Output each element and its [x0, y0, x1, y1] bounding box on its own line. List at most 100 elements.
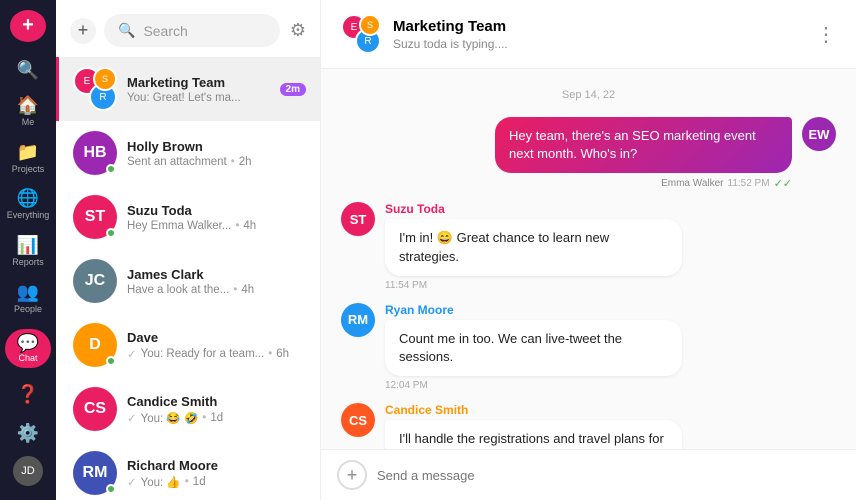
chat-info: James Clark Have a look at the... • 4h — [127, 267, 306, 296]
read-receipt: ✓✓ — [774, 177, 792, 190]
chat-preview: ✓ You: 👍 • 1d — [127, 475, 306, 489]
folder-icon: 📁 — [17, 142, 39, 163]
globe-icon: 🌐 — [17, 188, 39, 209]
chat-header-name: Marketing Team — [393, 18, 508, 35]
message-row: EW Hey team, there's an SEO marketing ev… — [341, 117, 836, 190]
nav-everything-label: Everything — [7, 211, 50, 221]
chat-info: Dave ✓ You: Ready for a team... • 6h — [127, 330, 306, 361]
help-icon: ❓ — [17, 384, 39, 405]
chat-name: Candice Smith — [127, 394, 306, 409]
chat-preview: ✓ You: Ready for a team... • 6h — [127, 347, 306, 361]
nav-chat[interactable]: 💬 Chat — [3, 323, 53, 374]
search-bar[interactable]: 🔍 Search — [104, 14, 280, 47]
nav-projects[interactable]: 📁 Projects — [3, 136, 53, 181]
nav-help[interactable]: ❓ — [3, 378, 53, 411]
message-content: Ryan Moore Count me in too. We can live-… — [385, 303, 682, 391]
chat-icon: 💬 — [17, 333, 39, 354]
chat-info: Candice Smith ✓ You: 😂 🤣 • 1d — [127, 394, 306, 425]
chat-input-area: + — [321, 449, 856, 500]
avatar-wrap: CS — [73, 387, 117, 431]
add-attachment-button[interactable]: + — [337, 460, 367, 490]
time-text: 11:52 PM — [728, 178, 770, 189]
nav-me[interactable]: 🏠 Me — [3, 89, 53, 134]
message-bubble: I'll handle the registrations and travel… — [385, 420, 682, 449]
main-chat: E R S Marketing Team Suzu toda is typing… — [321, 0, 856, 500]
conversation-list: E R S Marketing Team You: Great! Let's m… — [56, 57, 320, 500]
unread-badge: 2m — [280, 83, 306, 96]
message-time: 11:54 PM — [385, 280, 682, 291]
group-avatar: E R S — [73, 67, 117, 111]
nav-search[interactable]: 🔍 — [3, 54, 53, 87]
chat-header-status: Suzu toda is typing.... — [393, 37, 508, 51]
message-bubble: Hey team, there's an SEO marketing event… — [495, 117, 792, 173]
avatar-wrap: D — [73, 323, 117, 367]
avatar-wrap: ST — [73, 195, 117, 239]
list-item[interactable]: JC James Clark Have a look at the... • 4… — [56, 249, 320, 313]
search-icon: 🔍 — [118, 22, 135, 39]
nav-me-label: Me — [22, 118, 35, 128]
list-item[interactable]: D Dave ✓ You: Ready for a team... • 6h — [56, 313, 320, 377]
nav-everything[interactable]: 🌐 Everything — [3, 182, 53, 227]
online-indicator — [106, 228, 116, 238]
message-sender: Suzu Toda — [385, 202, 682, 216]
chat-preview: ✓ You: 😂 🤣 • 1d — [127, 411, 306, 425]
nav-reports-label: Reports — [12, 258, 44, 268]
nav-chat-label: Chat — [18, 354, 37, 364]
avatar-wrap: JC — [73, 259, 117, 303]
nav-people[interactable]: 👥 People — [3, 276, 53, 321]
online-indicator — [106, 164, 116, 174]
chat-name: Holly Brown — [127, 139, 306, 154]
avatar-wrap: E R S — [73, 67, 117, 111]
search-icon: 🔍 — [17, 60, 39, 81]
online-indicator — [106, 484, 116, 494]
sidebar-settings-button[interactable]: ⚙ — [290, 20, 306, 41]
chat-meta: 2m — [280, 83, 306, 96]
nav-reports[interactable]: 📊 Reports — [3, 229, 53, 274]
nav-settings[interactable]: ⚙️ — [3, 417, 53, 450]
online-indicator — [106, 356, 116, 366]
nav-people-label: People — [14, 305, 42, 315]
chat-info: Suzu Toda Hey Emma Walker... • 4h — [127, 203, 306, 232]
message-avatar: RM — [341, 303, 375, 337]
message-avatar: CS — [341, 403, 375, 437]
chart-icon: 📊 — [17, 235, 39, 256]
message-bubble: I'm in! 😄 Great chance to learn new stra… — [385, 219, 682, 275]
message-time: 12:04 PM — [385, 380, 682, 391]
message-avatar: ST — [341, 202, 375, 236]
user-avatar[interactable]: JD — [13, 456, 43, 486]
message-sender: Ryan Moore — [385, 303, 682, 317]
chat-info: Marketing Team You: Great! Let's ma... — [127, 75, 270, 104]
chat-preview: You: Great! Let's ma... — [127, 92, 270, 104]
date-divider: Sep 14, 22 — [341, 89, 836, 101]
chat-header-avatar: E R S — [341, 14, 381, 54]
message-content: Hey team, there's an SEO marketing event… — [495, 117, 792, 190]
chat-preview: Hey Emma Walker... • 4h — [127, 220, 306, 232]
messages-area: Sep 14, 22 EW Hey team, there's an SEO m… — [321, 69, 856, 449]
list-item[interactable]: RM Richard Moore ✓ You: 👍 • 1d — [56, 441, 320, 500]
list-item[interactable]: CS Candice Smith ✓ You: 😂 🤣 • 1d — [56, 377, 320, 441]
nav-projects-label: Projects — [12, 165, 45, 175]
list-item[interactable]: E R S Marketing Team You: Great! Let's m… — [56, 57, 320, 121]
message-sender: Candice Smith — [385, 403, 682, 417]
chat-preview: Have a look at the... • 4h — [127, 284, 306, 296]
message-bubble: Count me in too. We can live-tweet the s… — [385, 320, 682, 376]
chat-preview: Sent an attachment • 2h — [127, 156, 306, 168]
avatar-initials: JD — [21, 465, 34, 477]
nav-logo[interactable]: + — [10, 10, 46, 42]
avatar: JC — [73, 259, 117, 303]
message-row: CS Candice Smith I'll handle the registr… — [341, 403, 836, 449]
message-row: ST Suzu Toda I'm in! 😄 Great chance to l… — [341, 202, 836, 290]
chat-name: Marketing Team — [127, 75, 270, 90]
sidebar: + 🔍 Search ⚙ E R S Marketing Team You: G… — [56, 0, 321, 500]
list-item[interactable]: ST Suzu Toda Hey Emma Walker... • 4h — [56, 185, 320, 249]
sidebar-header: + 🔍 Search ⚙ — [56, 0, 320, 57]
list-item[interactable]: HB Holly Brown Sent an attachment • 2h — [56, 121, 320, 185]
message-input[interactable] — [377, 468, 840, 483]
more-options-button[interactable]: ⋮ — [816, 22, 836, 47]
add-conversation-button[interactable]: + — [70, 18, 96, 44]
avatar-wrap: HB — [73, 131, 117, 175]
chat-name: Dave — [127, 330, 306, 345]
avatar-wrap: RM — [73, 451, 117, 495]
message-row: RM Ryan Moore Count me in too. We can li… — [341, 303, 836, 391]
sender-name: Emma Walker — [661, 178, 723, 189]
